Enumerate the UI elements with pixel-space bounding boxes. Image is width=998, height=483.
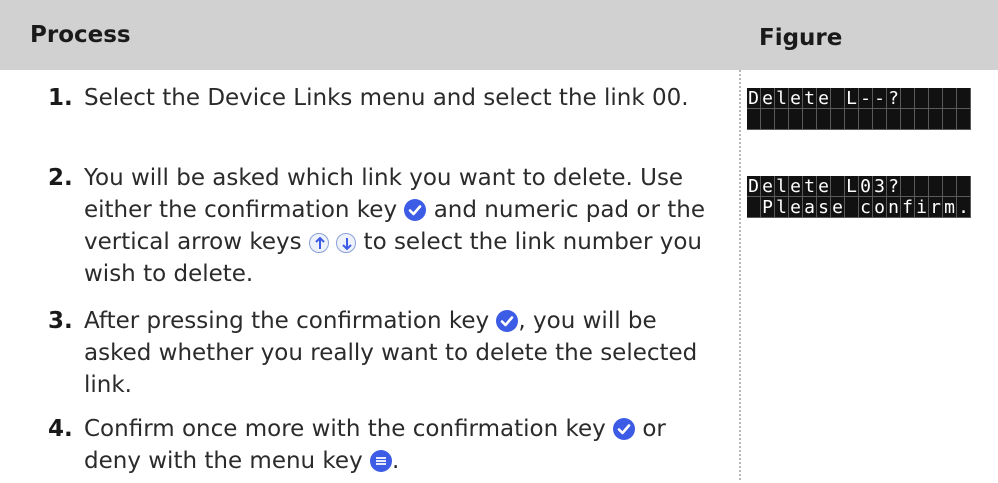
arrow-up-icon: [308, 233, 329, 253]
step-number: 3.: [48, 308, 73, 334]
lcd-display-2: Delete L 0 3? Please confirm.: [747, 176, 971, 218]
lcd-char-cell: L: [845, 88, 859, 109]
lcd-char-cell: e: [831, 197, 845, 218]
step-text: You will be asked which link you want to…: [84, 165, 705, 287]
lcd-char-cell: [901, 88, 915, 109]
step-2: 2. You will be asked which link you want…: [48, 162, 728, 290]
lcd-char-cell: f: [901, 197, 915, 218]
lcd-display-1: Delete L - -?: [747, 88, 971, 130]
step-4: 4. Confirm once more with the confirmati…: [48, 413, 728, 477]
lcd-char-cell: [901, 176, 915, 197]
lcd-char-cell: [943, 88, 957, 109]
lcd-char-cell: [747, 197, 761, 218]
lcd-char-cell: [929, 176, 943, 197]
lcd-char-cell: l: [775, 88, 789, 109]
lcd-char-cell: [831, 109, 845, 130]
lcd-char-cell: -: [873, 88, 887, 109]
lcd-char-cell: o: [873, 197, 887, 218]
lcd-char-cell: l: [775, 176, 789, 197]
check-icon: [496, 310, 519, 332]
step-1: 1. Select the Device Links menu and sele…: [48, 82, 728, 114]
column-header-process: Process: [30, 22, 131, 48]
lcd-char-cell: P: [761, 197, 775, 218]
lcd-char-cell: [817, 109, 831, 130]
step-text: After pressing the confirmation key , yo…: [84, 308, 698, 398]
column-header-figure: Figure: [759, 25, 843, 51]
lcd-char-cell: m: [943, 197, 957, 218]
lcd-char-cell: [915, 88, 929, 109]
step-3: 3. After pressing the confirmation key ,…: [48, 305, 728, 401]
lcd-char-cell: r: [929, 197, 943, 218]
check-icon: [613, 418, 636, 440]
lcd-char-cell: [957, 109, 971, 130]
step-number: 1.: [48, 85, 73, 111]
lcd-char-cell: [957, 176, 971, 197]
lcd-char-cell: t: [803, 88, 817, 109]
lcd-char-cell: [929, 109, 943, 130]
lcd-char-cell: [747, 109, 761, 130]
lcd-char-cell: [803, 109, 817, 130]
lcd-char-cell: [929, 88, 943, 109]
lcd-char-cell: e: [789, 88, 803, 109]
lcd-char-cell: ?: [887, 176, 901, 197]
lcd-char-cell: t: [803, 176, 817, 197]
lcd-char-cell: [859, 109, 873, 130]
lcd-char-cell: [789, 109, 803, 130]
lcd-char-cell: D: [747, 176, 761, 197]
lcd-char-cell: [845, 109, 859, 130]
lcd-char-cell: l: [775, 197, 789, 218]
menu-icon: [370, 450, 393, 472]
lcd-char-cell: .: [957, 197, 971, 218]
column-divider: [739, 70, 741, 480]
lcd-char-cell: D: [747, 88, 761, 109]
lcd-char-cell: [915, 176, 929, 197]
lcd-char-cell: e: [789, 197, 803, 218]
lcd-char-cell: [775, 109, 789, 130]
lcd-char-cell: 3: [873, 176, 887, 197]
lcd-char-cell: a: [803, 197, 817, 218]
lcd-char-cell: [943, 176, 957, 197]
lcd-char-cell: [761, 109, 775, 130]
lcd-char-cell: e: [817, 176, 831, 197]
lcd-char-cell: i: [915, 197, 929, 218]
lcd-char-cell: e: [817, 88, 831, 109]
lcd-char-cell: [845, 197, 859, 218]
lcd-char-cell: [957, 88, 971, 109]
step-number: 4.: [48, 416, 73, 442]
lcd-char-cell: e: [761, 88, 775, 109]
check-icon: [404, 199, 427, 221]
lcd-char-cell: c: [859, 197, 873, 218]
step-text: Confirm once more with the confirmation …: [84, 416, 666, 474]
lcd-char-cell: L: [845, 176, 859, 197]
lcd-char-cell: [943, 109, 957, 130]
lcd-char-cell: [887, 109, 901, 130]
lcd-char-cell: [831, 88, 845, 109]
lcd-char-cell: e: [789, 176, 803, 197]
lcd-char-cell: ?: [887, 88, 901, 109]
lcd-char-cell: [915, 109, 929, 130]
step-number: 2.: [48, 165, 73, 191]
lcd-char-cell: [831, 176, 845, 197]
arrow-down-icon: [336, 233, 357, 253]
table-header: Process Figure: [0, 0, 998, 70]
lcd-char-cell: [901, 109, 915, 130]
lcd-char-cell: e: [761, 176, 775, 197]
lcd-char-cell: s: [817, 197, 831, 218]
lcd-char-cell: -: [859, 88, 873, 109]
lcd-char-cell: n: [887, 197, 901, 218]
lcd-char-cell: [873, 109, 887, 130]
lcd-char-cell: 0: [859, 176, 873, 197]
step-text: Select the Device Links menu and select …: [84, 85, 689, 111]
